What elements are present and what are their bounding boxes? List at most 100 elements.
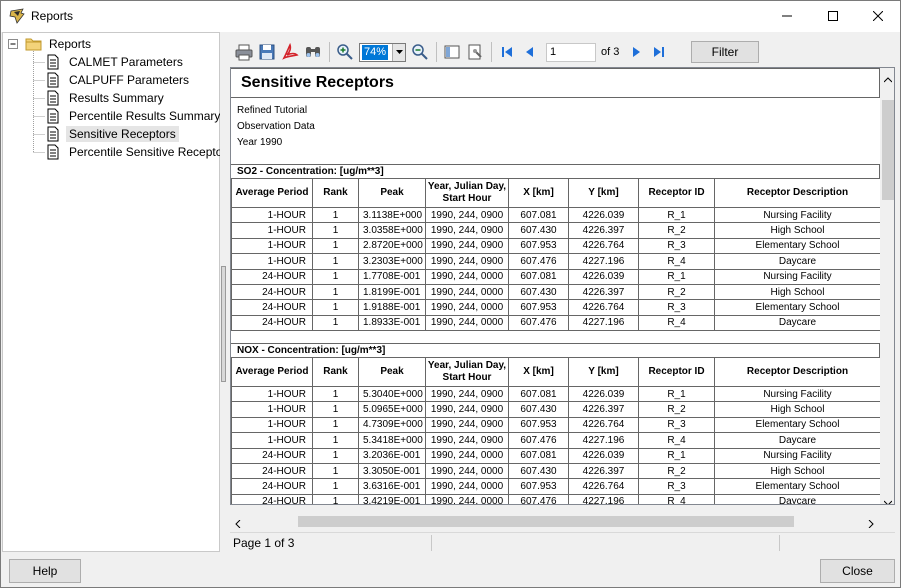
rank-cell: 1 xyxy=(312,448,359,464)
table-row: 1-HOUR 1 3.2303E+000 1990, 244, 0900 607.476… xyxy=(231,253,881,270)
average-period-cell: 1-HOUR xyxy=(231,238,313,255)
x-cell: 607.476 xyxy=(508,253,569,270)
scroll-up-icon[interactable] xyxy=(883,72,893,86)
close-button[interactable]: Close xyxy=(820,559,895,583)
table-header-row: Average Period Rank Peak Year, Julian Da… xyxy=(231,178,881,208)
section-header-nox: NOX - Concentration: [ug/m**3] xyxy=(231,343,880,358)
horizontal-scroll-thumb[interactable] xyxy=(298,516,794,527)
save-icon[interactable] xyxy=(256,41,278,63)
document-icon xyxy=(45,126,61,142)
zoom-out-icon[interactable] xyxy=(409,41,431,63)
receptor-description-cell: Nursing Facility xyxy=(714,386,881,403)
tree-item-percentile-sensitive-receptors[interactable]: Percentile Sensitive Receptors xyxy=(45,143,235,161)
average-period-cell: 1-HOUR xyxy=(231,386,313,403)
col-header: Receptor Description xyxy=(714,357,881,387)
status-page-text: Page 1 of 3 xyxy=(233,536,295,550)
rank-cell: 1 xyxy=(312,417,359,434)
scroll-right-icon[interactable] xyxy=(868,517,874,531)
date-cell: 1990, 244, 0000 xyxy=(425,478,509,495)
zoom-select[interactable]: 74% xyxy=(359,42,406,62)
filter-button[interactable]: Filter xyxy=(691,41,759,63)
last-page-icon[interactable] xyxy=(648,41,670,63)
col-header: X [km] xyxy=(508,357,569,387)
status-divider xyxy=(779,535,780,551)
receptor-description-cell: Nursing Facility xyxy=(714,448,881,464)
binoculars-icon[interactable] xyxy=(302,41,324,63)
chevron-down-icon[interactable] xyxy=(392,43,405,61)
table-row: 1-HOUR 1 5.3040E+000 1990, 244, 0900 607.081… xyxy=(231,386,881,403)
tree-item-calpuff-parameters[interactable]: CALPUFF Parameters xyxy=(45,71,192,89)
col-header: Rank xyxy=(312,357,359,387)
section-header-so2: SO2 - Concentration: [ug/m**3] xyxy=(231,164,880,179)
peak-cell: 3.2303E+000 xyxy=(358,253,426,270)
minimize-icon xyxy=(782,10,792,24)
tree-item-label: Results Summary xyxy=(69,91,164,105)
peak-cell: 5.3418E+000 xyxy=(358,432,426,449)
page-setup-icon[interactable] xyxy=(464,41,486,63)
date-cell: 1990, 244, 0900 xyxy=(425,401,509,418)
tree-item-sensitive-receptors[interactable]: Sensitive Receptors xyxy=(45,125,179,143)
col-header: Y [km] xyxy=(568,178,639,208)
y-cell: 4226.039 xyxy=(568,386,639,403)
x-cell: 607.476 xyxy=(508,315,569,332)
table-row: 24-HOUR 1 3.2036E-001 1990, 244, 0000 607.08… xyxy=(231,448,881,464)
receptor-description-cell: Elementary School xyxy=(714,299,881,316)
col-header: Peak xyxy=(358,357,426,387)
so2-table-body: 1-HOUR 1 3.1138E+000 1990, 244, 0900 607.081… xyxy=(231,207,881,332)
table-row: 24-HOUR 1 1.8933E-001 1990, 244, 0000 607.47… xyxy=(231,315,881,332)
next-page-icon[interactable] xyxy=(625,41,647,63)
tree-item-calmet-parameters[interactable]: CALMET Parameters xyxy=(45,53,186,71)
help-button[interactable]: Help xyxy=(9,559,81,583)
tree-item-percentile-results-summary[interactable]: Percentile Results Summary xyxy=(45,107,223,125)
minimize-button[interactable] xyxy=(764,1,810,32)
pdf-icon[interactable] xyxy=(279,41,301,63)
peak-cell: 3.6316E-001 xyxy=(358,478,426,495)
receptor-description-cell: Nursing Facility xyxy=(714,207,881,224)
date-cell: 1990, 244, 0000 xyxy=(425,448,509,464)
scroll-left-icon[interactable] xyxy=(235,517,241,531)
splitter-grip[interactable] xyxy=(221,266,226,382)
x-cell: 607.430 xyxy=(508,401,569,418)
report-meta-line: Year 1990 xyxy=(237,137,283,148)
viewer-toolbar: 74% 1 of 3 Filter xyxy=(230,38,895,66)
zoom-in-icon[interactable] xyxy=(334,41,356,63)
y-cell: 4226.397 xyxy=(568,463,639,480)
receptor-id-cell: R_4 xyxy=(638,494,715,504)
scroll-down-icon[interactable] xyxy=(883,495,893,504)
receptor-description-cell: High School xyxy=(714,463,881,480)
document-icon xyxy=(45,90,61,106)
close-icon xyxy=(872,10,884,24)
date-cell: 1990, 244, 0900 xyxy=(425,222,509,239)
tree-item-results-summary[interactable]: Results Summary xyxy=(45,89,167,107)
peak-cell: 1.8199E-001 xyxy=(358,284,426,301)
collapse-icon[interactable] xyxy=(8,38,19,50)
maximize-button[interactable] xyxy=(810,1,856,32)
report-viewer: 74% 1 of 3 Filter Sensitive Receptors Re… xyxy=(228,35,898,552)
print-icon[interactable] xyxy=(233,41,255,63)
horizontal-scrollbar[interactable] xyxy=(230,513,879,529)
close-window-button[interactable] xyxy=(855,1,901,32)
vertical-scroll-thumb[interactable] xyxy=(882,100,894,200)
prev-page-icon[interactable] xyxy=(519,41,541,63)
x-cell: 607.081 xyxy=(508,448,569,464)
tree-root[interactable]: Reports xyxy=(8,35,94,53)
tree-item-label: CALMET Parameters xyxy=(69,55,183,69)
vertical-scrollbar[interactable] xyxy=(880,68,894,504)
window-title: Reports xyxy=(31,9,74,23)
first-page-icon[interactable] xyxy=(496,41,518,63)
date-cell: 1990, 244, 0000 xyxy=(425,284,509,301)
col-header: X [km] xyxy=(508,178,569,208)
y-cell: 4226.397 xyxy=(568,284,639,301)
average-period-cell: 24-HOUR xyxy=(231,478,313,495)
page-layout-icon[interactable] xyxy=(441,41,463,63)
nox-table: Average Period Rank Peak Year, Julian Da… xyxy=(231,357,881,504)
peak-cell: 3.0358E+000 xyxy=(358,222,426,239)
average-period-cell: 1-HOUR xyxy=(231,207,313,224)
average-period-cell: 24-HOUR xyxy=(231,448,313,464)
y-cell: 4226.039 xyxy=(568,207,639,224)
page-number-input[interactable]: 1 xyxy=(546,42,596,62)
average-period-cell: 1-HOUR xyxy=(231,432,313,449)
report-title: Sensitive Receptors xyxy=(241,74,394,91)
peak-cell: 3.1138E+000 xyxy=(358,207,426,224)
panel-splitter[interactable] xyxy=(220,32,228,552)
